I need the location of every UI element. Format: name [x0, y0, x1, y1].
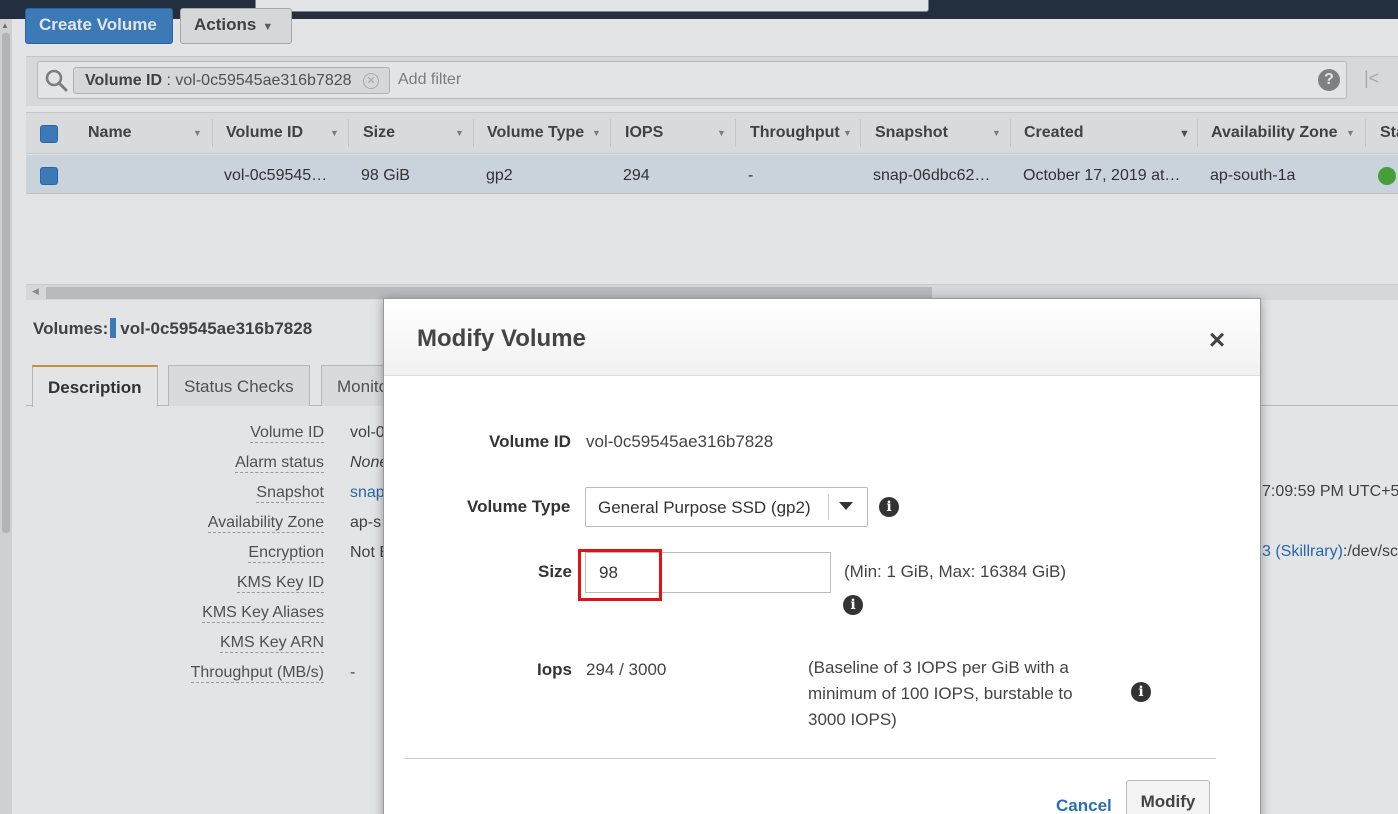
- iops-value: 294 / 3000: [586, 660, 667, 679]
- close-icon[interactable]: ×: [1204, 326, 1230, 354]
- volume-type-info-icon[interactable]: i: [879, 497, 899, 517]
- iops-note-line: (Baseline of 3 IOPS per GiB with a: [808, 658, 1069, 677]
- volume-id-label: Volume ID: [489, 432, 571, 451]
- volume-id-value: vol-0c59545ae316b7828: [586, 432, 774, 451]
- size-label: Size: [538, 562, 573, 581]
- select-divider: [828, 494, 829, 520]
- volume-type-select[interactable]: General Purpose SSD (gp2): [585, 487, 868, 527]
- dialog-header: Modify Volume ×: [384, 299, 1260, 376]
- iops-note-line: 3000 IOPS): [808, 710, 897, 729]
- iops-note-line: minimum of 100 IOPS, burstable to: [808, 684, 1073, 703]
- size-info-icon[interactable]: i: [843, 595, 863, 615]
- volume-type-label: Volume Type: [467, 497, 571, 516]
- cancel-button[interactable]: Cancel: [1056, 796, 1112, 814]
- dialog-title: Modify Volume: [417, 325, 586, 352]
- size-highlight-box: [578, 549, 662, 601]
- iops-label: Iops: [537, 660, 572, 679]
- chevron-down-icon: [839, 502, 853, 510]
- modify-button[interactable]: Modify: [1126, 780, 1210, 814]
- iops-note: (Baseline of 3 IOPS per GiB with a minim…: [808, 655, 1108, 733]
- iops-info-icon[interactable]: i: [1131, 682, 1151, 702]
- size-range-note: (Min: 1 GiB, Max: 16384 GiB): [844, 562, 1067, 581]
- volume-type-selected: General Purpose SSD (gp2): [598, 498, 811, 517]
- modify-volume-dialog: Modify Volume × Volume ID vol-0c59545ae3…: [383, 298, 1261, 814]
- dialog-footer-divider: [404, 758, 1216, 759]
